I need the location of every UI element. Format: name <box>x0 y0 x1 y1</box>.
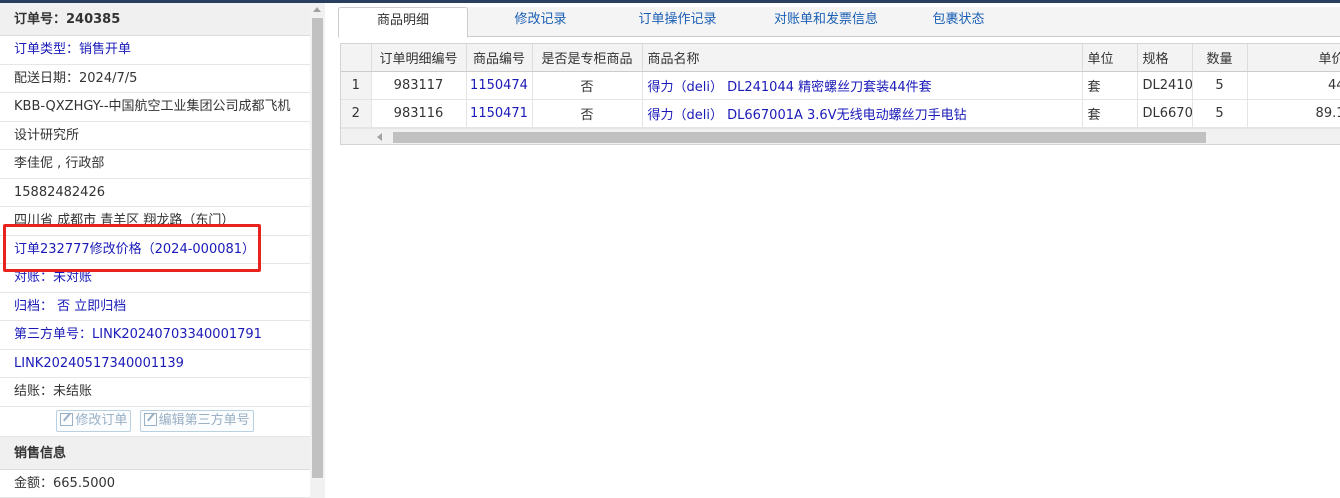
tab-1[interactable]: 修改记录 <box>488 7 593 37</box>
edit-icon <box>143 412 157 426</box>
column-header[interactable]: 规格 <box>1137 44 1193 72</box>
info-row[interactable]: 归档： 否 立即归档 <box>0 293 310 321</box>
column-header[interactable]: 商品名称 <box>642 44 1083 72</box>
info-row: 结账：未结账 <box>0 378 310 407</box>
table-cell[interactable]: 得力（deli） DL241044 精密螺丝刀套装44件套 <box>642 71 1083 100</box>
table-cell: 983117 <box>371 71 467 100</box>
column-header[interactable]: 商品编号 <box>466 44 533 72</box>
edit-third-party-button[interactable]: 编辑第三方单号 <box>139 409 254 432</box>
scrollbar-thumb[interactable] <box>312 18 323 478</box>
table-cell: 1 <box>341 71 372 100</box>
column-header[interactable]: 单价 <box>1247 44 1340 72</box>
highlight-box <box>3 224 261 272</box>
table-row[interactable]: 2 983116 1150471 否得力（deli） DL667001A 3.6V无线… <box>341 99 1340 128</box>
info-row[interactable]: 订单类型：销售开单 <box>0 36 310 65</box>
table-cell: 44 <box>1247 71 1340 100</box>
table-cell: 5 <box>1192 99 1248 128</box>
scrollbar-thumb[interactable] <box>393 132 1206 143</box>
table-cell: 否 <box>532 99 643 128</box>
table-cell: DL241044 <box>1137 71 1193 100</box>
amount-row: 金额：665.5000 <box>0 470 310 498</box>
order-number-header: 订单号：240385 <box>0 3 310 36</box>
table-cell: 89.1 <box>1247 99 1340 128</box>
info-row: KBB-QXZHGY--中国航空工业集团公司成都飞机 <box>0 93 310 122</box>
items-table: 订单明细编号商品编号是否是专柜商品商品名称单位规格数量单价 1983117115… <box>341 44 1340 128</box>
column-header[interactable]: 订单明细编号 <box>371 44 467 72</box>
sales-info-header: 销售信息 <box>0 436 310 470</box>
column-header[interactable]: 数量 <box>1192 44 1248 72</box>
info-row: 15882482426 <box>0 179 310 207</box>
order-info-panel: 订单号：240385 订单类型：销售开单 配送日期：2024/7/5 KBB-QXZ… <box>0 3 325 498</box>
left-scrollbar[interactable] <box>310 3 325 498</box>
tab-0[interactable]: 商品明细 <box>338 7 468 38</box>
table-cell: 5 <box>1192 71 1248 100</box>
edit-order-button[interactable]: 修改订单 <box>56 409 132 432</box>
scroll-left-icon[interactable] <box>377 133 382 141</box>
horizontal-scrollbar[interactable] <box>341 128 1340 144</box>
table-cell[interactable]: 1150474 <box>466 71 533 100</box>
info-row: 配送日期：2024/7/5 <box>0 65 310 93</box>
info-row: 设计研究所 <box>0 122 310 150</box>
column-header[interactable]: 单位 <box>1082 44 1138 72</box>
order-detail-area: 商品明细 修改记录 订单操作记录 对账单和发票信息 包裹状态 订单明细编号 商品编号 是否是… <box>330 3 1340 498</box>
info-row: 李佳伲 , 行政部 <box>0 150 310 179</box>
info-row[interactable]: 第三方单号：LINK20240703340001791 <box>0 321 310 350</box>
table-cell[interactable]: 1150471 <box>466 99 533 128</box>
edit-icon <box>60 412 74 426</box>
table-cell: 983116 <box>371 99 467 128</box>
table-cell: 套 <box>1082 71 1138 100</box>
table-cell: 套 <box>1082 99 1138 128</box>
column-header[interactable]: 是否是专柜商品 <box>532 44 643 72</box>
table-row[interactable]: 1 983117 1150474 否得力（deli） DL241044 精密螺丝刀套装… <box>341 71 1340 100</box>
tab-4[interactable]: 包裹状态 <box>906 7 1011 37</box>
tab-2[interactable]: 订单操作记录 <box>610 7 745 37</box>
tab-bar: 商品明细 修改记录 订单操作记录 对账单和发票信息 包裹状态 <box>338 7 1340 38</box>
column-header[interactable] <box>341 44 372 72</box>
scroll-up-icon[interactable] <box>313 7 321 12</box>
info-row[interactable]: LINK20240517340001139 <box>0 350 310 378</box>
table-cell: 2 <box>341 99 372 128</box>
action-buttons: 修改订单 编辑第三方单号 <box>0 407 310 437</box>
items-grid: 订单明细编号商品编号是否是专柜商品商品名称单位规格数量单价 1983117115… <box>340 43 1340 145</box>
table-cell: 否 <box>532 71 643 100</box>
table-cell: DL667001A <box>1137 99 1193 128</box>
tab-3[interactable]: 对账单和发票信息 <box>750 7 902 37</box>
table-cell[interactable]: 得力（deli） DL667001A 3.6V无线电动螺丝刀手电钻 <box>642 99 1083 128</box>
